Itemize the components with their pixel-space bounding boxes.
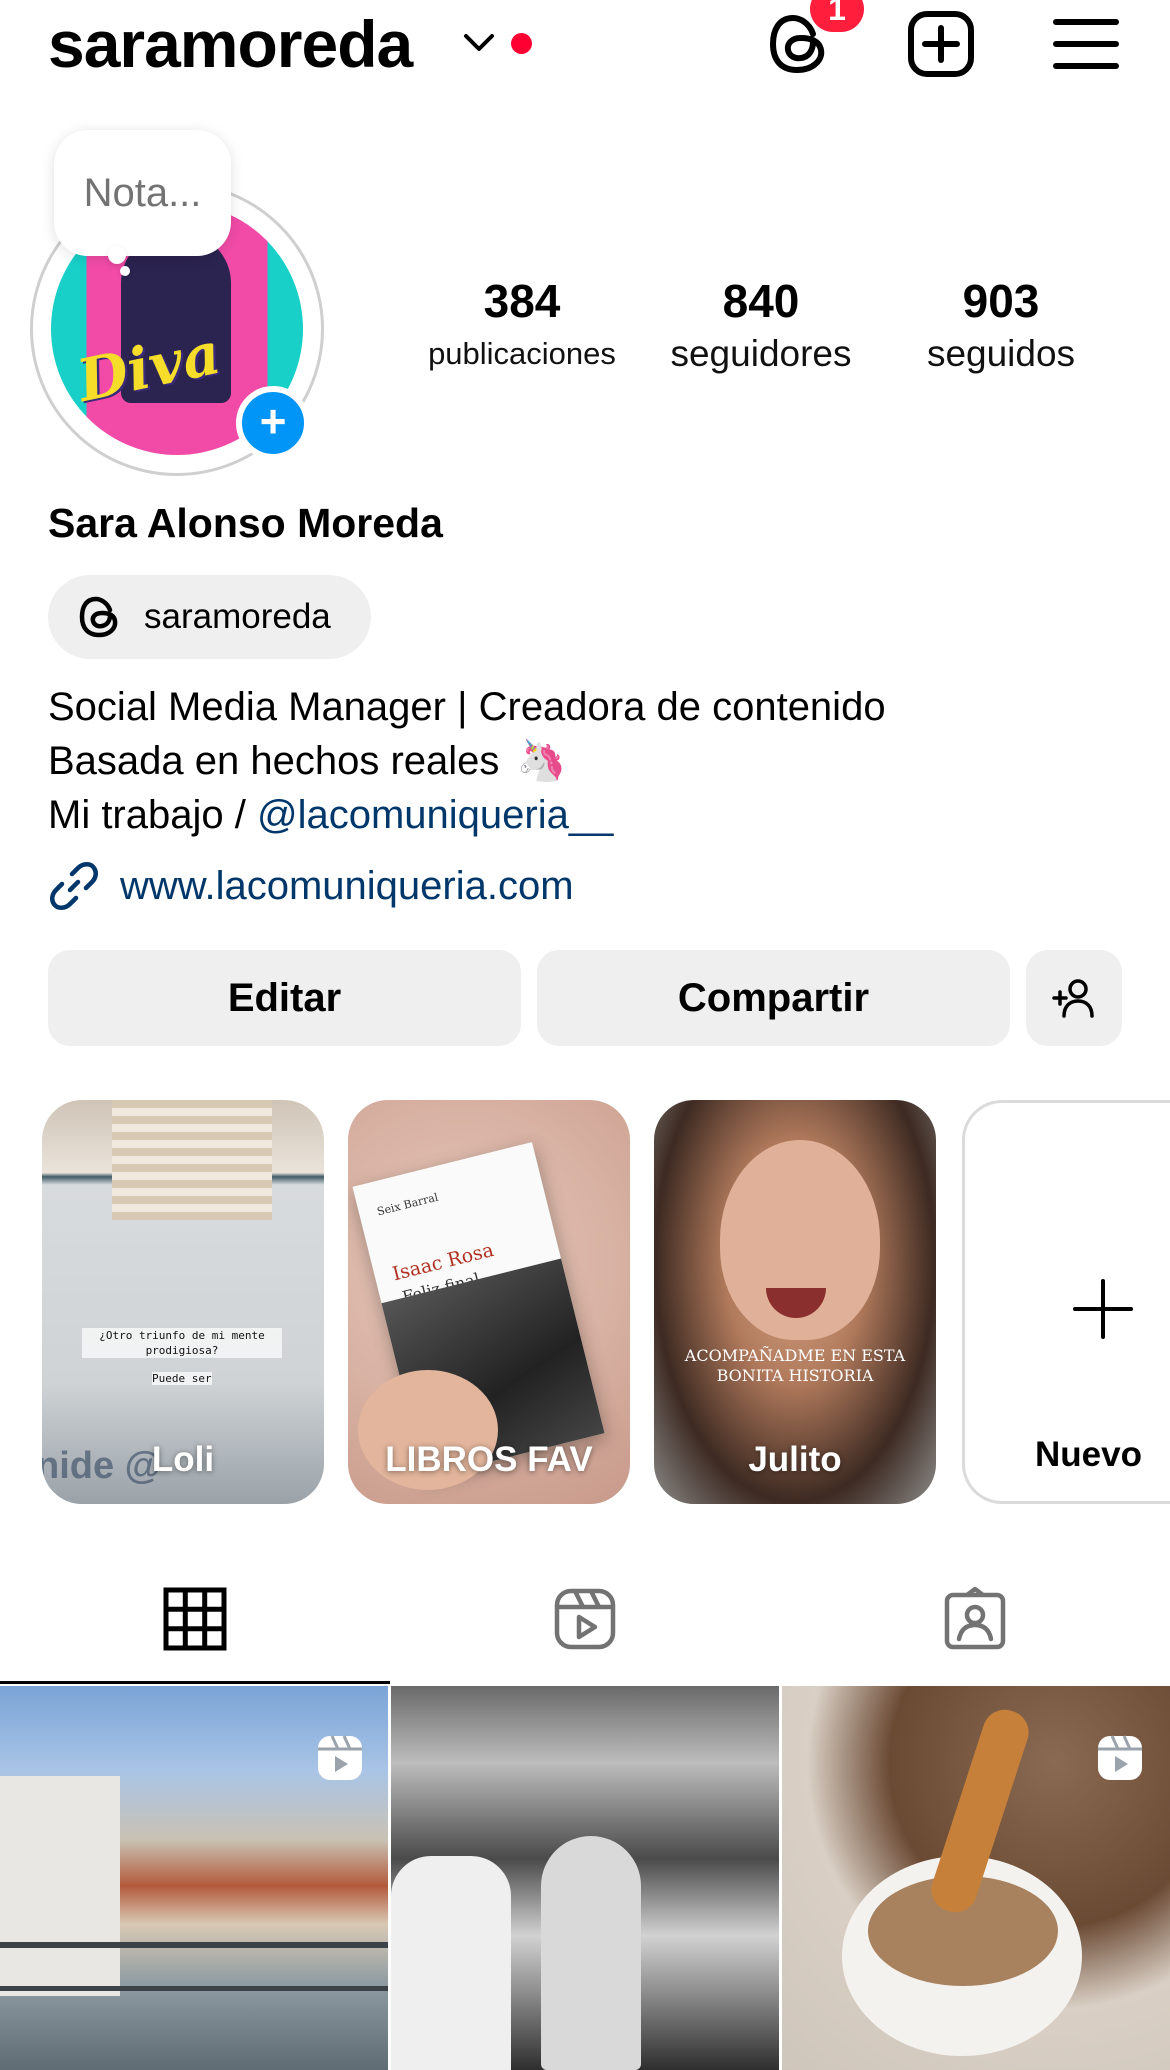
note-bubble[interactable]: Nota... [54,130,231,256]
post-person-left [391,1856,511,2070]
highlight-label: Loli [151,1440,215,1479]
stat-following[interactable]: 903 seguidos [890,270,1112,376]
highlight-caption-2: Puede ser [152,1372,212,1385]
reels-icon [554,1588,616,1650]
edit-profile-button[interactable]: Editar [48,950,521,1046]
link-icon [50,862,98,910]
chevron-down-icon[interactable] [462,30,496,56]
unicorn-emoji: 🦄 [516,739,567,783]
highlight-libros-fav[interactable]: Seix Barral Isaac Rosa Feliz final LIBRO… [348,1100,630,1504]
post-thumbnail[interactable] [782,1686,1170,2070]
highlight-label: LIBROS FAV [385,1440,593,1479]
post-person-center [541,1836,641,2070]
hamburger-menu-icon[interactable] [1050,8,1122,80]
bio-line-1: Social Media Manager | Creadora de conte… [48,685,886,729]
bio-line-2-text: Basada en hechos reales [48,739,500,783]
post-railing [0,1942,388,1948]
book-brand: Seix Barral [375,1190,440,1219]
tagged-icon [944,1587,1006,1650]
highlight-label: Nuevo [1035,1435,1142,1474]
threads-icon [79,596,118,638]
discover-people-button[interactable] [1026,950,1122,1046]
add-user-icon [1052,979,1094,1018]
plus-icon [1073,1279,1133,1339]
bio-line-3-prefix: Mi trabajo / [48,793,257,837]
note-bubble-tail [108,246,126,264]
stat-posts-label: publicaciones [428,336,616,371]
note-bubble-tail-small [120,266,130,276]
highlight-julito[interactable]: ACOMPAÑADME EN ESTA BONITA HISTORIA Juli… [654,1100,936,1504]
create-post-icon[interactable] [905,8,977,80]
threads-notification-badge: 1 [810,0,864,32]
stat-followers[interactable]: 840 seguidores [650,270,872,376]
reel-indicator-icon [318,1735,362,1780]
bio-line-3: Mi trabajo / @lacomuniqueria__ [48,788,886,842]
stat-followers-count: 840 [722,275,800,327]
highlight-caption: ¿Otro triunfo de mi mente prodigiosa? [82,1328,282,1358]
highlight-overlay-text: ACOMPAÑADME EN ESTA BONITA HISTORIA [684,1346,906,1385]
stat-posts[interactable]: 384 publicaciones [412,270,632,376]
stat-following-label: seguidos [926,333,1076,374]
profile-header: saramoreda 1 [0,0,1170,100]
highlight-cover-blind [112,1100,272,1220]
post-thumbnail[interactable] [0,1686,388,2070]
post-building [0,1776,120,1996]
share-profile-button[interactable]: Compartir [537,950,1010,1046]
active-tab-indicator [0,1681,390,1684]
notification-dot [511,33,532,54]
new-highlight-button[interactable]: Nuevo [962,1100,1170,1504]
grid-icon [163,1587,227,1651]
bio-line-2: Basada en hechos reales 🦄 [48,734,886,788]
post-railing-lower [0,1986,388,1991]
stat-following-count: 903 [962,275,1040,327]
threads-profile-pill[interactable]: saramoreda [48,575,371,659]
account-username[interactable]: saramoreda [48,2,413,86]
add-story-button[interactable]: + [236,386,310,460]
bio-mention-link[interactable]: @lacomuniqueria__ [257,793,613,837]
stat-followers-label: seguidores [670,333,852,374]
tab-posts-grid[interactable] [0,1580,390,1684]
website-url[interactable]: www.lacomuniqueria.com [120,858,574,914]
highlight-label: Julito [748,1440,842,1479]
reel-indicator-icon [1098,1735,1142,1780]
profile-full-name: Sara Alonso Moreda [48,500,443,546]
profile-bio: Social Media Manager | Creadora de conte… [48,680,886,842]
post-thumbnail[interactable] [391,1686,779,2070]
highlight-loli[interactable]: ¿Otro triunfo de mi mente prodigiosa? Pu… [42,1100,324,1504]
threads-handle: saramoreda [144,597,331,636]
stat-posts-count: 384 [483,275,561,327]
tab-reels[interactable] [390,1580,780,1684]
tab-tagged[interactable] [780,1580,1170,1684]
